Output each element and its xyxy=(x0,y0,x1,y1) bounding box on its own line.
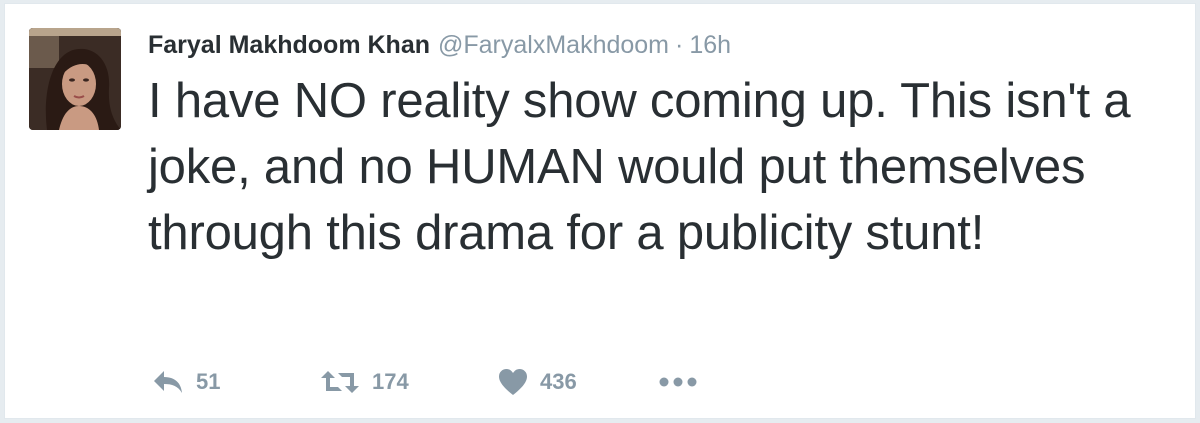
more-dots-icon xyxy=(658,376,698,388)
author-handle[interactable]: @FaryalxMakhdoom xyxy=(438,31,669,59)
like-button[interactable]: 436 xyxy=(498,368,658,396)
reply-icon xyxy=(152,369,184,395)
retweet-count: 174 xyxy=(372,369,409,394)
retweet-button[interactable]: 174 xyxy=(320,369,498,395)
tweet-text: I have NO reality show coming up. This i… xyxy=(148,74,1131,260)
tweet-header: Faryal Makhdoom Khan @FaryalxMakhdoom · 16h xyxy=(148,30,731,60)
page-background: Faryal Makhdoom Khan @FaryalxMakhdoom · 16h… xyxy=(0,0,1200,423)
like-count: 436 xyxy=(540,369,577,394)
author-name[interactable]: Faryal Makhdoom Khan xyxy=(148,31,430,59)
tweet-actions: 51 174 436 xyxy=(152,364,698,400)
tweet-timestamp[interactable]: 16h xyxy=(689,31,731,59)
avatar[interactable] xyxy=(29,28,121,130)
heart-icon xyxy=(498,368,528,396)
retweet-icon xyxy=(320,369,360,395)
more-button[interactable] xyxy=(658,376,698,388)
avatar-photo xyxy=(29,28,121,130)
tweet-card[interactable]: Faryal Makhdoom Khan @FaryalxMakhdoom · 16h… xyxy=(4,3,1196,419)
reply-button[interactable]: 51 xyxy=(152,369,320,395)
header-separator: · xyxy=(675,31,684,59)
reply-count: 51 xyxy=(196,369,221,394)
